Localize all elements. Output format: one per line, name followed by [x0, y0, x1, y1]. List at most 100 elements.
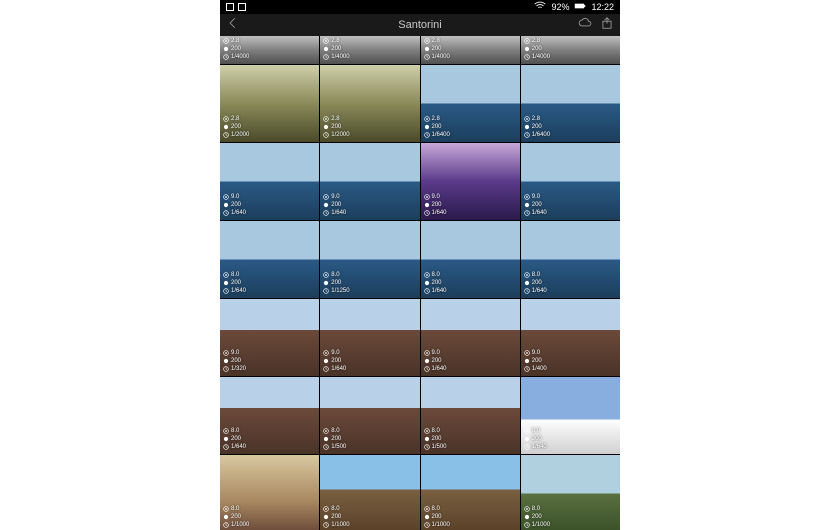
battery-icon [573, 0, 587, 15]
photo-metadata: 9.02001/640 [323, 349, 346, 373]
photo-metadata: 8.02001/640 [524, 271, 547, 295]
iso-value: 200 [532, 123, 542, 131]
shutter-speed-value: 1/2000 [331, 131, 349, 139]
aperture-value: 8.0 [432, 271, 440, 279]
status-right: 92% 12:22 [533, 0, 614, 15]
aperture-value: 9.0 [231, 193, 239, 201]
photo-thumbnail[interactable]: 2.82001/6400 [421, 65, 520, 142]
aperture-value: 9.0 [331, 349, 339, 357]
iso-value: 200 [231, 45, 241, 53]
iso-value: 200 [231, 201, 241, 209]
photo-thumbnail[interactable]: 8.02001/1000 [220, 455, 319, 530]
photo-metadata: 2.82001/2000 [323, 115, 349, 139]
cloud-upload-button[interactable] [578, 16, 592, 35]
photo-thumbnail[interactable]: 8.02001/500 [421, 377, 520, 454]
photo-grid[interactable]: 2.82001/40002.82001/40002.82001/40002.82… [220, 36, 620, 530]
aperture-value: 8.0 [231, 427, 239, 435]
iso-value: 200 [532, 45, 542, 53]
iso-value: 200 [331, 513, 341, 521]
photo-metadata: 9.02001/320 [223, 349, 246, 373]
iso-value: 200 [331, 45, 341, 53]
photo-metadata: 8.02001/500 [323, 427, 346, 451]
album-title: Santorini [398, 19, 441, 31]
back-button[interactable] [226, 16, 240, 35]
photo-thumbnail[interactable]: 8.02001/640 [521, 221, 620, 298]
photo-thumbnail[interactable]: 2.82001/4000 [421, 36, 520, 64]
shutter-speed-value: 1/320 [231, 365, 246, 373]
photo-metadata: 2.82001/6400 [524, 115, 550, 139]
photo-metadata: 8.02001/1000 [323, 505, 349, 529]
iso-value: 200 [432, 357, 442, 365]
photo-metadata: 2.82001/4000 [524, 37, 550, 61]
photo-thumbnail[interactable]: 9.02001/640 [521, 143, 620, 220]
iso-value: 200 [532, 435, 542, 443]
iso-value: 200 [331, 435, 341, 443]
aperture-value: 8.0 [231, 505, 239, 513]
aperture-value: 9.0 [532, 349, 540, 357]
shutter-speed-value: 1/2000 [231, 131, 249, 139]
shutter-speed-value: 1/640 [231, 209, 246, 217]
iso-value: 200 [432, 513, 442, 521]
photo-metadata: 9.02001/640 [223, 193, 246, 217]
iso-value: 200 [331, 279, 341, 287]
photo-thumbnail[interactable]: 9.02001/640 [220, 143, 319, 220]
aperture-value: 2.8 [432, 37, 440, 45]
shutter-speed-value: 1/500 [432, 443, 447, 451]
photo-thumbnail[interactable]: 8.02001/1000 [521, 455, 620, 530]
aperture-value: 9.0 [432, 193, 440, 201]
photo-thumbnail[interactable]: 2.82001/2000 [220, 65, 319, 142]
photo-thumbnail[interactable]: 8.02001/1000 [421, 455, 520, 530]
shutter-speed-value: 1/4000 [231, 53, 249, 61]
photo-thumbnail[interactable]: 2.82001/6400 [521, 65, 620, 142]
photo-metadata: 9.02001/400 [524, 349, 547, 373]
photo-thumbnail[interactable]: 9.02001/640 [421, 143, 520, 220]
photo-thumbnail[interactable]: 8.02001/640 [220, 377, 319, 454]
app-header: Santorini [220, 14, 620, 36]
photo-thumbnail[interactable]: 2.82001/4000 [320, 36, 419, 64]
photo-thumbnail[interactable]: 8.02001/640 [521, 377, 620, 454]
photo-thumbnail[interactable]: 2.82001/4000 [521, 36, 620, 64]
aperture-value: 9.0 [432, 349, 440, 357]
iso-value: 200 [532, 513, 542, 521]
aperture-value: 9.0 [231, 349, 239, 357]
notification-icon [226, 3, 234, 11]
photo-metadata: 8.02001/640 [424, 271, 447, 295]
photo-thumbnail[interactable]: 8.02001/640 [220, 221, 319, 298]
photo-metadata: 8.02001/1000 [223, 505, 249, 529]
photo-metadata: 8.02001/640 [223, 271, 246, 295]
aperture-value: 8.0 [432, 505, 440, 513]
photo-metadata: 2.82001/6400 [424, 115, 450, 139]
photo-thumbnail[interactable]: 9.02001/400 [521, 299, 620, 376]
shutter-speed-value: 1/4000 [331, 53, 349, 61]
photo-thumbnail[interactable]: 8.02001/1000 [320, 455, 419, 530]
device-frame: 92% 12:22 Santorini 2.82001/40002.82001/… [220, 0, 620, 530]
photo-thumbnail[interactable]: 2.82001/4000 [220, 36, 319, 64]
photo-metadata: 9.02001/640 [424, 349, 447, 373]
photo-thumbnail[interactable]: 8.02001/500 [320, 377, 419, 454]
photo-thumbnail[interactable]: 8.02001/640 [421, 221, 520, 298]
aperture-value: 8.0 [532, 505, 540, 513]
shutter-speed-value: 1/1250 [331, 287, 349, 295]
iso-value: 200 [432, 45, 442, 53]
photo-thumbnail[interactable]: 9.02001/640 [320, 143, 419, 220]
clock: 12:22 [591, 2, 614, 12]
shutter-speed-value: 1/640 [432, 209, 447, 217]
photo-thumbnail[interactable]: 9.02001/320 [220, 299, 319, 376]
shutter-speed-value: 1/1000 [532, 521, 550, 529]
aperture-value: 8.0 [432, 427, 440, 435]
photo-metadata: 8.02001/500 [424, 427, 447, 451]
photo-thumbnail[interactable]: 9.02001/640 [320, 299, 419, 376]
iso-value: 200 [231, 435, 241, 443]
photo-metadata: 2.82001/4000 [223, 37, 249, 61]
photo-thumbnail[interactable]: 8.02001/1250 [320, 221, 419, 298]
iso-value: 200 [231, 123, 241, 131]
shutter-speed-value: 1/640 [532, 209, 547, 217]
aperture-value: 2.8 [331, 115, 339, 123]
photo-thumbnail[interactable]: 2.82001/2000 [320, 65, 419, 142]
photo-thumbnail[interactable]: 9.02001/640 [421, 299, 520, 376]
photo-metadata: 8.02001/1250 [323, 271, 349, 295]
shutter-speed-value: 1/640 [231, 443, 246, 451]
aperture-value: 9.0 [331, 193, 339, 201]
share-button[interactable] [600, 16, 614, 35]
photo-metadata: 8.02001/1000 [524, 505, 550, 529]
